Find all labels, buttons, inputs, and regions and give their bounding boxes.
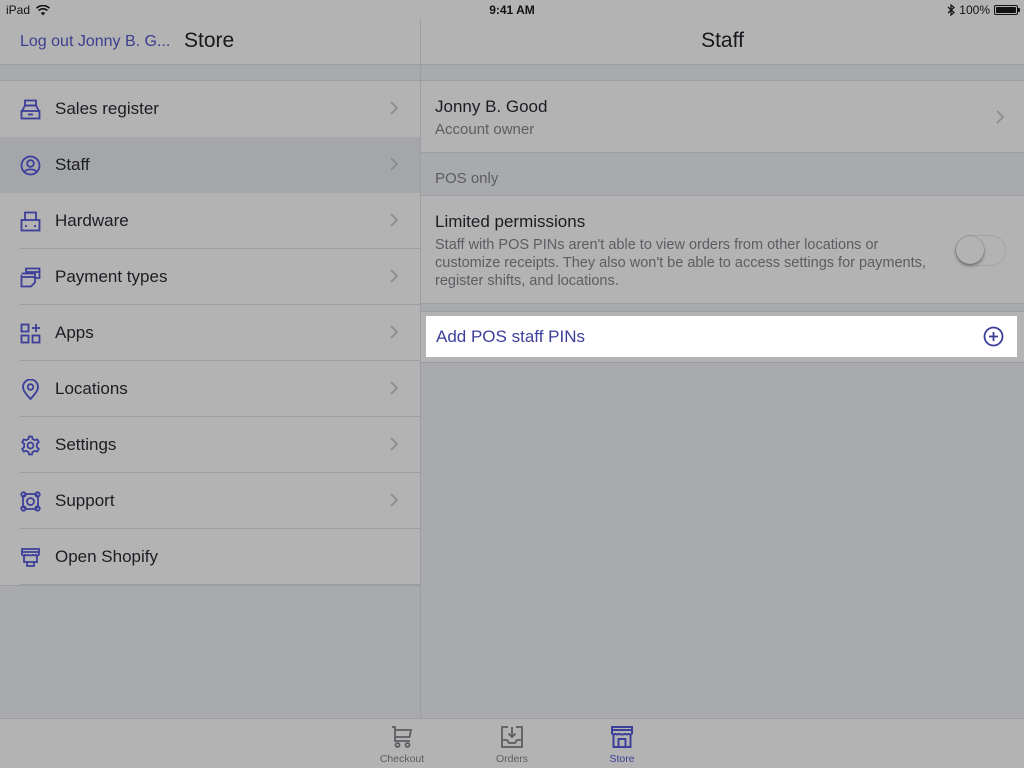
sidebar-item-locations[interactable]: Locations <box>0 361 420 417</box>
chevron-right-icon <box>390 269 398 283</box>
lifebuoy-icon <box>20 491 41 512</box>
tab-store[interactable]: Store <box>582 725 662 765</box>
sidebar-item-label: Settings <box>55 435 117 454</box>
sidebar-item-label: Payment types <box>55 267 168 286</box>
account-owner-row[interactable]: Jonny B. Good Account owner <box>421 80 1024 153</box>
owner-role: Account owner <box>435 121 535 138</box>
sidebar-item-label: Locations <box>55 379 128 398</box>
sidebar-item-label: Support <box>55 491 115 510</box>
limited-permissions-row: Limited permissions Staff with POS PINs … <box>421 195 1024 304</box>
sidebar-item-payment-types[interactable]: Payment types <box>0 249 420 305</box>
owner-name: Jonny B. Good <box>435 97 548 116</box>
sidebar-item-staff[interactable]: Staff <box>0 137 420 193</box>
cash-register-icon <box>20 99 41 120</box>
storefront-icon <box>20 547 41 568</box>
limited-permissions-description: Staff with POS PINs aren't able to view … <box>435 237 926 289</box>
sidebar-item-hardware[interactable]: Hardware <box>0 193 420 249</box>
chevron-right-icon <box>390 157 398 171</box>
chevron-right-icon <box>390 381 398 395</box>
credit-cards-icon <box>20 267 41 288</box>
tab-label: Checkout <box>379 753 425 765</box>
chevron-right-icon <box>390 213 398 227</box>
store-icon <box>611 726 633 748</box>
chevron-right-icon <box>390 493 398 507</box>
sidebar-item-label: Sales register <box>55 99 159 118</box>
sidebar-item-label: Staff <box>55 155 90 174</box>
staff-nav-bar: Staff <box>421 20 1024 65</box>
row-separator <box>20 584 420 585</box>
location-pin-icon <box>20 379 41 400</box>
store-nav-bar: Log out Jonny B. G... Store <box>0 20 420 65</box>
add-pins-label: Add POS staff PINs <box>436 327 585 346</box>
limited-permissions-toggle[interactable] <box>955 235 1006 266</box>
apps-grid-icon <box>20 323 41 344</box>
store-title: Store <box>184 29 235 52</box>
sidebar-item-label: Hardware <box>55 211 129 230</box>
sidebar-item-label: Apps <box>55 323 94 342</box>
tab-bar: Checkout Orders Store <box>0 718 1024 768</box>
chevron-right-icon <box>390 325 398 339</box>
status-time: 9:41 AM <box>489 3 535 17</box>
user-circle-icon <box>20 155 41 176</box>
limited-permissions-title: Limited permissions <box>435 212 586 231</box>
toggle-knob <box>956 236 984 264</box>
tab-checkout[interactable]: Checkout <box>362 725 442 765</box>
sidebar-item-label: Open Shopify <box>55 547 159 566</box>
sidebar-item-settings[interactable]: Settings <box>0 417 420 473</box>
printer-icon <box>20 211 41 232</box>
sidebar-item-apps[interactable]: Apps <box>0 305 420 361</box>
section-header-pos-only: POS only <box>435 170 499 187</box>
battery-icon <box>994 5 1020 15</box>
chevron-right-icon <box>390 437 398 451</box>
battery-percent: 100% <box>959 3 990 17</box>
sidebar-item-sales-register[interactable]: Sales register <box>0 81 420 137</box>
chevron-right-icon <box>390 101 398 115</box>
sidebar-item-support[interactable]: Support <box>0 473 420 529</box>
sidebar-item-open-shopify[interactable]: Open Shopify <box>0 529 420 585</box>
gear-icon <box>20 435 41 456</box>
store-menu-list: Sales register Staff Hardware Payment ty… <box>0 80 420 586</box>
add-pos-staff-pins-button[interactable]: Add POS staff PINs <box>426 316 1017 357</box>
tab-label: Orders <box>495 753 529 765</box>
chevron-right-icon <box>996 110 1004 124</box>
status-bar: iPad 9:41 AM 100% <box>0 0 1024 20</box>
inbox-download-icon <box>501 726 523 748</box>
plus-circle-icon <box>983 326 1004 347</box>
staff-title: Staff <box>701 29 744 52</box>
status-right: 100% <box>947 3 1020 17</box>
cart-icon <box>392 726 413 748</box>
tab-label: Store <box>609 753 635 765</box>
bluetooth-icon <box>947 4 956 16</box>
tab-orders[interactable]: Orders <box>472 725 552 765</box>
logout-button[interactable]: Log out Jonny B. G... <box>20 33 170 51</box>
